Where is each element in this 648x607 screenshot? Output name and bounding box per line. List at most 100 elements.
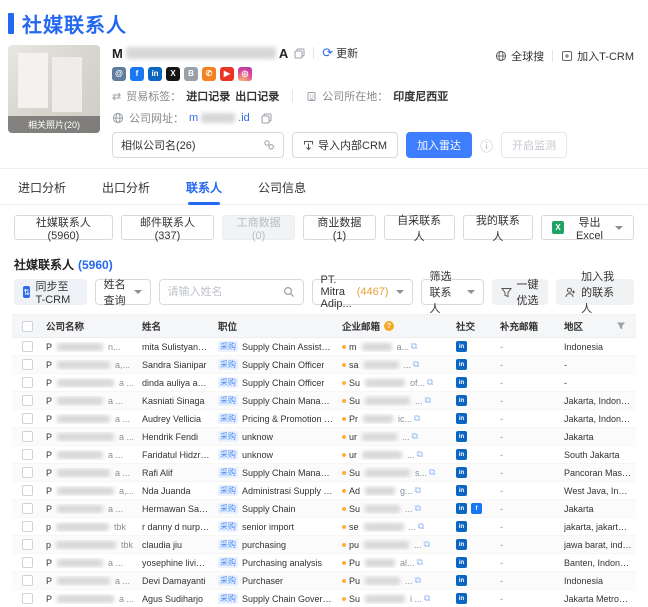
one-click-optimize-button[interactable]: 一键优选 [491,279,549,307]
copy-email-icon[interactable]: ⧉ [412,431,418,442]
youtube-icon[interactable]: ▶ [220,67,234,81]
company-cell[interactable]: Pa ... [42,594,138,604]
linkedin-icon[interactable]: in [456,539,467,550]
row-checkbox[interactable] [22,359,33,370]
copy-email-icon[interactable]: ⧉ [424,539,430,550]
contact-tab-我的联系人[interactable]: 我的联系人 [462,215,534,243]
contact-tab-邮件联系人(337)[interactable]: 邮件联系人(337) [120,215,215,242]
company-cell[interactable]: Pa ... [42,414,138,424]
linkedin-icon[interactable]: in [456,359,467,370]
contact-name-cell[interactable]: Agus Sudiharjo [138,594,214,604]
filter-contacts-select[interactable]: 筛选联系人 [420,271,484,315]
row-checkbox[interactable] [22,395,33,406]
copy-email-icon[interactable]: ⧉ [415,575,421,586]
row-checkbox[interactable] [22,431,33,442]
linkedin-icon[interactable]: in [456,521,467,532]
row-checkbox[interactable] [22,521,33,532]
contact-name-cell[interactable]: Devi Damayanti [138,576,214,586]
copy-email-icon[interactable]: ⧉ [427,377,433,388]
linkedin-icon[interactable]: in [456,593,467,604]
name-search-input[interactable] [167,286,278,298]
company-cell[interactable]: Pn... [42,342,138,352]
copy-email-icon[interactable]: ⧉ [414,413,420,424]
contact-name-cell[interactable]: Hendrik Fendi [138,432,214,442]
copy-email-icon[interactable]: ⧉ [429,467,435,478]
copy-email-icon[interactable]: ⧉ [425,395,431,406]
similar-companies-box[interactable]: 相似公司名(26) [112,132,284,158]
copy-email-icon[interactable]: ⧉ [418,521,424,532]
linkedin-icon[interactable]: in [456,413,467,424]
copy-email-icon[interactable]: ⧉ [411,341,417,352]
trade-tag-export[interactable]: 出口记录 [235,88,279,104]
contact-name-cell[interactable]: Hermawan Sapu... [138,504,214,514]
copy-email-icon[interactable]: ⧉ [417,557,423,568]
select-all-checkbox[interactable] [22,320,33,332]
blogger-icon[interactable]: B [184,67,198,81]
row-checkbox[interactable] [22,593,33,604]
export-excel-button[interactable]: X 导出 Excel [541,215,634,242]
row-checkbox[interactable] [22,377,33,388]
company-cell[interactable]: p tbk [42,540,138,550]
email-icon[interactable]: @ [112,67,126,81]
linkedin-icon[interactable]: in [456,503,467,514]
website-link[interactable]: m .id [189,112,250,124]
facebook-icon[interactable]: f [471,503,482,514]
company-cell[interactable]: Pa ... [42,450,138,460]
add-my-contacts-button[interactable]: 加入我的联系人 [556,271,634,315]
linkedin-icon[interactable]: in [456,341,467,352]
contact-tab-自采联系人[interactable]: 自采联系人 [383,215,455,243]
row-checkbox[interactable] [22,557,33,568]
contact-name-cell[interactable]: yosephine liviane [138,558,214,568]
linkedin-icon[interactable]: in [148,67,162,81]
enable-monitor-button[interactable]: 开启监测 [501,132,568,158]
row-checkbox[interactable] [22,413,33,424]
contact-name-cell[interactable]: Sandra Sianipar [138,360,214,370]
row-checkbox[interactable] [22,503,33,514]
copy-company-name-icon[interactable] [294,48,305,59]
tab-进口分析[interactable]: 进口分析 [16,169,68,204]
search-icon[interactable] [283,286,295,298]
facebook-icon[interactable]: f [130,67,144,81]
row-checkbox[interactable] [22,467,33,478]
linkedin-icon[interactable]: in [456,395,467,406]
copy-email-icon[interactable]: ⧉ [417,449,423,460]
region-filter-icon[interactable] [616,321,626,331]
company-cell[interactable]: Pa ... [42,504,138,514]
contact-name-cell[interactable]: dinda auliya adha [138,378,214,388]
instagram-icon[interactable]: ◎ [238,67,252,81]
copy-email-icon[interactable]: ⧉ [424,593,430,604]
email-help-icon[interactable]: ? [384,321,395,331]
row-checkbox[interactable] [22,575,33,586]
linkedin-icon[interactable]: in [456,557,467,568]
company-cell[interactable]: Pa ... [42,558,138,568]
copy-email-icon[interactable]: ⧉ [415,503,421,514]
info-icon[interactable]: ⓘ [480,136,493,155]
name-query-select[interactable]: 姓名查询 [94,279,151,307]
linkedin-icon[interactable]: in [456,449,467,460]
company-cell[interactable]: Pa ... [42,396,138,406]
contact-tab-社媒联系人(5960)[interactable]: 社媒联系人(5960) [14,215,113,242]
contact-name-cell[interactable]: mita Sulistyandari [138,342,214,352]
contact-name-cell[interactable]: claudia jiu [138,540,214,550]
trade-tag-import[interactable]: 进口记录 [186,88,230,104]
linkedin-icon[interactable]: in [456,485,467,496]
tab-出口分析[interactable]: 出口分析 [100,169,152,204]
import-crm-button[interactable]: 导入内部CRM [292,132,399,158]
company-cell[interactable]: Pa,... [42,486,138,496]
row-checkbox[interactable] [22,341,33,352]
company-cell[interactable]: Pa ... [42,432,138,442]
contact-name-cell[interactable]: r danny d nurpat... [138,522,214,532]
phone-icon[interactable]: ✆ [202,67,216,81]
sync-tcrm-button[interactable]: ⇅ 同步至T-CRM [14,279,87,306]
contact-name-cell[interactable]: Rafi Alif [138,468,214,478]
company-cell[interactable]: Pa ... [42,378,138,388]
linkedin-icon[interactable]: in [456,431,467,442]
linkedin-icon[interactable]: in [456,377,467,388]
linkedin-icon[interactable]: in [456,575,467,586]
refresh-button[interactable]: ⟳ 更新 [322,45,358,61]
contact-name-cell[interactable]: Faridatul Hidzroh [138,450,214,460]
contact-tab-工商数据(0)[interactable]: 工商数据(0) [222,215,296,242]
x-icon[interactable]: X [166,67,180,81]
tab-联系人[interactable]: 联系人 [184,169,224,205]
row-checkbox[interactable] [22,449,33,460]
